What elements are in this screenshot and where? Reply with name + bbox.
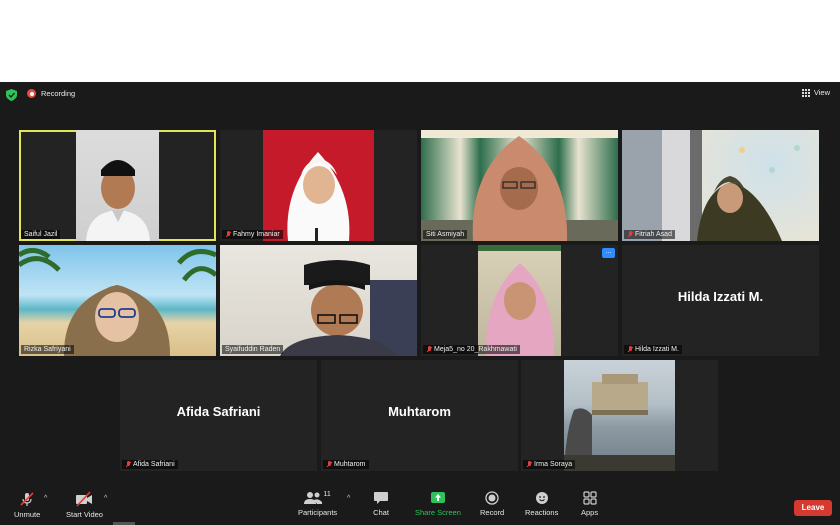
apps-icon: [582, 491, 597, 505]
mic-muted-icon: [627, 231, 633, 238]
name-tag: Siti Asmiyah: [423, 230, 468, 239]
participants-count: 11: [323, 491, 331, 498]
name-tag: Meja5_no 20_Rakhmawati: [423, 345, 520, 354]
reactions-button[interactable]: Reactions: [525, 491, 558, 517]
participant-tile-rizka-safriyani[interactable]: Rizka Safriyani: [19, 245, 216, 356]
leave-button[interactable]: Leave: [794, 500, 832, 516]
participant-tile-fahmy-imaniar[interactable]: Fahmy Imaniar: [220, 130, 417, 241]
participant-tile-muhtarom[interactable]: Muhtarom Muhtarom: [321, 360, 518, 471]
recording-indicator[interactable]: Recording: [27, 89, 75, 98]
participant-video: [76, 130, 159, 241]
participant-video: [622, 130, 819, 241]
grid-icon: [801, 88, 810, 97]
participants-options-caret-icon[interactable]: ^: [347, 495, 350, 502]
browser-blank-area: [0, 0, 840, 82]
video-options-caret-icon[interactable]: ^: [104, 495, 107, 502]
participants-label: Participants: [298, 508, 338, 517]
name-tag: Hilda Izzati M.: [624, 345, 682, 354]
participants-button[interactable]: 11 Participants: [298, 491, 337, 517]
chat-label: Chat: [373, 508, 389, 517]
unmute-label: Unmute: [14, 510, 41, 519]
mic-muted-icon: [125, 461, 131, 468]
name-tag: Fitriah Asad: [624, 230, 675, 239]
start-video-label: Start Video: [66, 510, 103, 519]
name-tag: Syaifuddin Raden: [222, 345, 284, 354]
participants-icon: [304, 492, 323, 504]
participant-tile-fitriah-asad[interactable]: Fitriah Asad: [622, 130, 819, 241]
more-options-button[interactable]: ...: [602, 248, 615, 258]
view-label: View: [813, 88, 830, 97]
participant-display-name: Hilda Izzati M.: [677, 289, 764, 304]
participant-tile-saiful-jazil[interactable]: Saiful Jazil: [19, 130, 216, 241]
chat-button[interactable]: Chat: [373, 491, 389, 517]
participant-tile-syaifuddin-raden[interactable]: Syaifuddin Raden: [220, 245, 417, 356]
name-tag: Fahmy Imaniar: [222, 230, 283, 239]
name-tag: Rizka Safriyani: [21, 345, 74, 354]
participant-video: [421, 130, 618, 241]
mic-muted-icon: [627, 346, 633, 353]
mic-muted-icon: [526, 461, 532, 468]
video-off-icon: [76, 491, 93, 507]
participant-tile-hilda-izzati[interactable]: Hilda Izzati M. Hilda Izzati M.: [622, 245, 819, 356]
participant-tile-meja5-rakhmawati[interactable]: ... Meja5_no 20_Rakhmawati: [421, 245, 618, 356]
recording-label: Recording: [41, 89, 76, 98]
apps-button[interactable]: Apps: [581, 491, 598, 517]
shield-icon[interactable]: [6, 89, 17, 101]
view-button[interactable]: View: [801, 88, 830, 97]
participant-tile-afida-safriani[interactable]: Afida Safriani Afida Safriani: [120, 360, 317, 471]
audio-options-caret-icon[interactable]: ^: [44, 495, 47, 502]
participant-video: [220, 245, 417, 356]
chat-icon: [374, 492, 388, 504]
participant-video: [263, 130, 374, 241]
record-icon: [485, 491, 499, 505]
apps-label: Apps: [581, 508, 599, 517]
zoom-meeting-window: Recording View Saiful Jazil Fahmy Imania…: [0, 82, 840, 525]
record-dot-icon: [27, 89, 36, 98]
reactions-label: Reactions: [525, 508, 559, 517]
name-tag: Saiful Jazil: [21, 230, 61, 239]
participant-video: [19, 245, 216, 356]
share-screen-icon: [430, 492, 445, 503]
participant-video: [478, 245, 561, 356]
start-video-button[interactable]: Start Video: [66, 491, 103, 519]
mic-muted-icon: [326, 461, 332, 468]
share-screen-button[interactable]: Share Screen: [415, 491, 461, 517]
participant-display-name: Afida Safriani: [176, 404, 261, 419]
unmute-button[interactable]: Unmute: [14, 491, 40, 519]
participant-display-name: Muhtarom: [388, 404, 451, 419]
participant-tile-irma-soraya[interactable]: Irma Soraya: [521, 360, 718, 471]
record-label: Record: [480, 508, 505, 517]
meeting-header: Recording View: [0, 82, 840, 108]
record-button[interactable]: Record: [480, 491, 504, 517]
microphone-muted-icon: [20, 492, 34, 506]
name-tag: Muhtarom: [323, 460, 369, 469]
mic-muted-icon: [426, 346, 432, 353]
name-tag: Afida Safriani: [122, 460, 178, 469]
meeting-toolbar: Unmute ^ Start Video ^ 11 Participants ^…: [0, 485, 840, 525]
name-tag: Irma Soraya: [523, 460, 576, 469]
participant-tile-siti-asmiyah[interactable]: Siti Asmiyah: [421, 130, 618, 241]
mic-muted-icon: [225, 231, 231, 238]
participant-video: [564, 360, 675, 471]
reactions-icon: [535, 492, 548, 504]
share-screen-label: Share Screen: [415, 508, 461, 517]
